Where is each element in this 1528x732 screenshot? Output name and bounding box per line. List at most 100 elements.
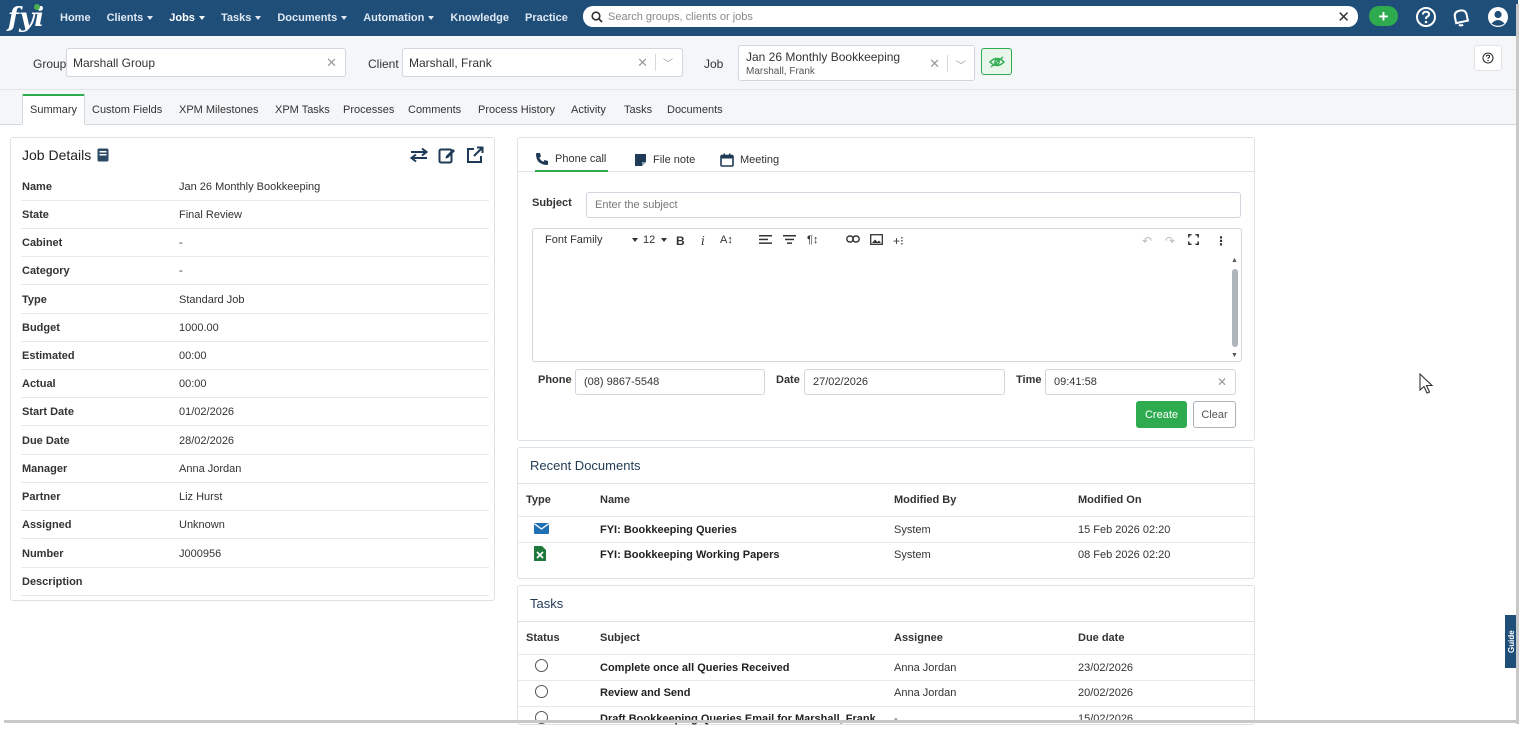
divider — [518, 680, 1254, 681]
notification-bell-icon[interactable] — [1449, 5, 1473, 29]
tab-file-note[interactable]: File note — [634, 148, 695, 172]
client-select[interactable]: Marshall, Frank ✕ ﹀ — [402, 48, 683, 77]
undo-icon[interactable]: ↶ — [1142, 234, 1152, 248]
tab-processes[interactable]: Processes — [336, 94, 401, 125]
detail-row-due-date: Due Date 28/02/2026 — [21, 427, 489, 455]
tab-phone-call[interactable]: Phone call — [535, 148, 609, 172]
job-client: Marshall, Frank — [746, 66, 815, 77]
date-input[interactable]: 27/02/2026 — [804, 369, 1005, 395]
clear-group-icon[interactable]: ✕ — [326, 55, 337, 71]
chevron-down-icon[interactable]: ﹀ — [956, 57, 966, 72]
logo-dot — [34, 4, 40, 10]
editor-toolbar: Font Family 12 B i A↕ ¶↕ +⁝ ↶ ↷ ⋮ — [533, 229, 1241, 255]
italic-icon[interactable]: i — [701, 234, 705, 248]
hide-toggle-button[interactable] — [981, 48, 1012, 75]
user-avatar-icon[interactable] — [1486, 5, 1510, 29]
search-input[interactable] — [608, 10, 1338, 23]
tab-activity[interactable]: Activity — [564, 94, 613, 125]
job-select[interactable]: Jan 26 Monthly Bookkeeping Marshall, Fra… — [738, 45, 975, 81]
nav-practice[interactable]: Practice — [517, 0, 576, 36]
activity-composer-panel: Phone call File note Meeting Subject Ent… — [517, 137, 1255, 441]
task-status-radio[interactable] — [535, 659, 548, 672]
clear-client-icon[interactable]: ✕ — [637, 55, 648, 71]
chevron-down-icon[interactable]: ﹀ — [663, 55, 673, 70]
search-clear-icon[interactable]: ✕ — [1337, 8, 1350, 26]
fullscreen-icon[interactable] — [1188, 234, 1199, 245]
divider — [947, 55, 948, 72]
align-center-icon[interactable] — [783, 234, 796, 245]
nav-tasks[interactable]: Tasks — [213, 0, 269, 36]
redo-icon[interactable]: ↷ — [1165, 234, 1175, 248]
font-size-select[interactable]: 12 — [643, 234, 668, 246]
modified-on: 15 Feb 2026 02:20 — [1078, 524, 1171, 536]
group-select[interactable]: Marshall Group ✕ — [66, 48, 346, 77]
page-help-button[interactable] — [1474, 45, 1502, 71]
fyi-logo[interactable]: fyi — [0, 0, 52, 36]
clear-job-icon[interactable]: ✕ — [929, 56, 940, 72]
rich-text-editor[interactable]: Font Family 12 B i A↕ ¶↕ +⁝ ↶ ↷ ⋮ ▲ ▼ — [532, 228, 1242, 362]
text-size-icon[interactable]: A↕ — [720, 234, 733, 246]
detail-row-category: Category - — [21, 257, 489, 285]
tab-meeting[interactable]: Meeting — [720, 148, 779, 172]
task-due-date: 23/02/2026 — [1078, 662, 1134, 674]
scroll-thumb[interactable] — [1232, 269, 1238, 347]
divider — [518, 483, 1254, 484]
phone-input[interactable]: (08) 9867-5548 — [575, 369, 765, 395]
detail-row-number: Number J000956 — [21, 540, 489, 568]
link-icon[interactable] — [846, 234, 860, 244]
calendar-icon — [720, 153, 734, 167]
tab-custom-fields[interactable]: Custom Fields — [85, 94, 169, 125]
help-icon[interactable] — [1414, 5, 1438, 29]
insert-more-icon[interactable]: +⁝ — [893, 234, 904, 248]
align-left-icon[interactable] — [759, 234, 772, 245]
task-subject[interactable]: Draft Bookkeeping Queries Email for Mars… — [600, 713, 876, 725]
font-family-select[interactable]: Font Family — [545, 234, 639, 246]
task-subject[interactable]: Review and Send — [600, 687, 690, 699]
nav-clients[interactable]: Clients — [99, 0, 162, 36]
col-name: Name — [600, 494, 630, 506]
time-input[interactable]: 09:41:58 ✕ — [1045, 369, 1236, 395]
tab-summary[interactable]: Summary — [22, 94, 86, 125]
tab-comments[interactable]: Comments — [401, 94, 468, 125]
tab-documents[interactable]: Documents — [660, 94, 730, 125]
col-due-date: Due date — [1078, 632, 1125, 644]
group-value: Marshall Group — [73, 55, 156, 70]
caret-down-icon — [632, 238, 639, 242]
col-modified-on: Modified On — [1078, 494, 1142, 506]
nav-home[interactable]: Home — [52, 0, 99, 36]
edit-icon[interactable] — [437, 145, 457, 165]
scroll-up-icon[interactable]: ▲ — [1231, 257, 1238, 264]
add-new-button[interactable]: + — [1369, 6, 1398, 26]
tab-xpm-tasks[interactable]: XPM Tasks — [268, 94, 337, 125]
global-search: ✕ — [583, 6, 1358, 27]
bold-icon[interactable]: B — [676, 234, 685, 248]
subject-input[interactable]: Enter the subject — [586, 192, 1241, 218]
task-status-radio[interactable] — [535, 685, 548, 698]
nav-knowledge[interactable]: Knowledge — [442, 0, 517, 36]
date-label: Date — [776, 374, 800, 386]
email-icon — [534, 523, 549, 534]
external-link-icon[interactable] — [465, 145, 485, 165]
create-button[interactable]: Create — [1136, 401, 1187, 428]
document-name[interactable]: FYI: Bookkeeping Queries — [600, 524, 737, 536]
editor-scrollbar[interactable]: ▲ ▼ — [1231, 257, 1239, 361]
tab-tasks[interactable]: Tasks — [617, 94, 659, 125]
swap-icon[interactable] — [409, 145, 429, 165]
more-options-icon[interactable]: ⋮ — [1215, 234, 1227, 248]
clear-button[interactable]: Clear — [1193, 401, 1236, 428]
tab-xpm-milestones[interactable]: XPM Milestones — [172, 94, 265, 125]
scroll-down-icon[interactable]: ▼ — [1231, 352, 1238, 359]
col-assignee: Assignee — [894, 632, 943, 644]
paragraph-icon[interactable]: ¶↕ — [807, 234, 818, 246]
nav-automation[interactable]: Automation — [355, 0, 442, 36]
frame-shadow — [4, 720, 1518, 723]
image-icon[interactable] — [870, 234, 883, 245]
phone-icon — [536, 153, 548, 165]
nav-jobs[interactable]: Jobs — [161, 0, 213, 36]
document-name[interactable]: FYI: Bookkeeping Working Papers — [600, 549, 780, 561]
clear-time-icon[interactable]: ✕ — [1217, 375, 1227, 389]
nav-documents[interactable]: Documents — [269, 0, 355, 36]
time-label: Time — [1016, 374, 1042, 386]
task-subject[interactable]: Complete once all Queries Received — [600, 662, 790, 674]
tab-process-history[interactable]: Process History — [471, 94, 562, 125]
